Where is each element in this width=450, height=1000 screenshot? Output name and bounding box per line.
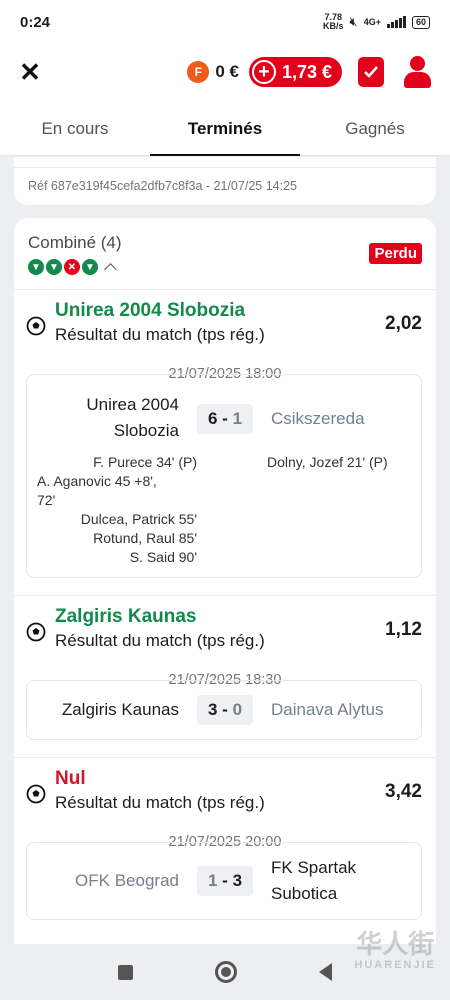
selection-pick: Zalgiris Kaunas — [55, 606, 197, 627]
home-team: Unirea 2004 Slobozia — [37, 392, 179, 444]
scorer: 72' — [37, 492, 56, 508]
selection-row: Nul Résultat du match (tps rég.) 3,42 21… — [14, 758, 436, 946]
soccer-ball-icon — [26, 622, 46, 642]
home-score: 3 — [207, 700, 218, 719]
final-score: 6 - 1 — [197, 404, 253, 434]
mute-icon: 🔇︎ — [349, 14, 358, 29]
selection-market: Résultat du match (tps rég.) — [55, 325, 265, 344]
account-summary: F 0 € + 1,73 € — [187, 56, 432, 88]
final-score: 3 - 0 — [197, 695, 253, 725]
match-box: Unirea 2004 Slobozia 6 - 1 Csikszereda F… — [26, 374, 422, 578]
home-score: 6 — [207, 409, 218, 428]
checkmark-icon — [364, 66, 378, 78]
score-separator: - — [222, 700, 228, 719]
network-type: 4G+ — [363, 17, 381, 27]
home-scorers: F. Purece 34' (P) A. Aganovic 45 +8', 72… — [37, 453, 197, 567]
divider — [14, 167, 436, 168]
away-team: Dainava Alytus — [271, 700, 384, 719]
score-separator: - — [222, 409, 228, 428]
bet-type: Combiné (4) — [28, 233, 122, 252]
watermark: 华人街 HUARENJIE — [354, 932, 436, 972]
freebet-balance: 0 € — [215, 62, 239, 81]
back-button[interactable] — [319, 963, 332, 981]
selection-market: Résultat du match (tps rég.) — [55, 793, 265, 812]
score-separator: - — [222, 871, 228, 890]
away-team-line-1: FK Spartak — [271, 858, 357, 877]
match-box: Zalgiris Kaunas 3 - 0 Dainava Alytus — [26, 680, 422, 740]
status-badge: Perdu — [369, 243, 422, 264]
scorer: Dulcea, Patrick 55' — [80, 511, 197, 527]
final-score: 1 - 3 — [197, 866, 253, 896]
chevron-up-icon[interactable] — [104, 263, 117, 276]
signal-icon — [386, 16, 406, 28]
soccer-ball-icon — [26, 316, 46, 336]
watermark-chinese: 华人街 — [356, 930, 435, 960]
balance-amount: 1,73 € — [281, 61, 332, 82]
match-box: OFK Beograd 1 - 3 FK Spartak Subotica — [26, 842, 422, 920]
user-icon-body — [404, 72, 431, 88]
previous-bet-card: Réf 687e319f45cefa2dfb7c8f3a - 21/07/25 … — [14, 157, 436, 205]
user-icon-head — [410, 56, 425, 71]
account-button[interactable] — [402, 56, 432, 88]
tab-gagnes[interactable]: Gagnés — [300, 100, 450, 155]
my-bets-button[interactable] — [358, 57, 384, 87]
status-bar: 0:24 7.78 KB/s 🔇︎ 4G+ 60 — [0, 0, 450, 44]
clock: 0:24 — [20, 13, 51, 31]
deposit-button[interactable]: + 1,73 € — [248, 57, 342, 87]
home-dot — [221, 967, 231, 977]
home-team: Zalgiris Kaunas — [61, 700, 179, 719]
selection-odds: 1,12 — [385, 619, 422, 640]
top-bar: ✕ F 0 € + 1,73 € — [0, 44, 450, 100]
recents-button[interactable] — [118, 964, 133, 980]
close-button[interactable]: ✕ — [18, 59, 42, 85]
selection-row: Zalgiris Kaunas Résultat du match (tps r… — [14, 596, 436, 758]
trophy-icon: ▼ — [46, 259, 62, 275]
selection-row: Unirea 2004 Slobozia Résultat du match (… — [14, 290, 436, 596]
scorer: Rotund, Raul 85' — [93, 530, 197, 546]
away-team: FK Spartak Subotica — [271, 855, 356, 907]
bet-tabs: En cours Terminés Gagnés — [0, 100, 450, 156]
away-score: 3 — [232, 871, 243, 890]
freebet-icon: F — [187, 61, 210, 83]
scorer: Dolny, Jozef 21' (P) — [267, 454, 388, 470]
trophy-icon: ▼ — [28, 259, 44, 275]
home-button[interactable] — [215, 961, 237, 983]
tab-termines[interactable]: Terminés — [150, 100, 300, 156]
bet-reference: Réf 687e319f45cefa2dfb7c8f3a - 21/07/25 … — [28, 179, 297, 193]
status-icons: 7.78 KB/s 🔇︎ 4G+ 60 — [323, 13, 430, 31]
selection-odds: 3,42 — [385, 781, 422, 802]
scorer: A. Aganovic 45 +8', — [37, 473, 157, 489]
leg-results: ▼ ▼ ✕ ▼ — [28, 259, 117, 276]
selection-odds: 2,02 — [385, 313, 422, 334]
away-score: 1 — [232, 409, 243, 428]
bet-header[interactable]: Combiné (4) ▼ ▼ ✕ ▼ Perdu — [14, 218, 436, 290]
trophy-icon: ▼ — [82, 259, 98, 275]
selection-pick: Unirea 2004 Slobozia — [55, 300, 246, 321]
soccer-ball-icon — [26, 784, 46, 804]
scorer: S. Said 90' — [129, 549, 197, 565]
home-team-line-2: Slobozia — [113, 421, 179, 440]
home-team: OFK Beograd — [75, 871, 179, 890]
away-score: 0 — [232, 700, 243, 719]
away-scorers: Dolny, Jozef 21' (P) — [267, 453, 388, 472]
tab-en-cours[interactable]: En cours — [0, 100, 150, 155]
network-speed-unit: KB/s — [323, 21, 344, 31]
network-speed: 7.78 KB/s — [323, 13, 344, 31]
home-team-line-1: Unirea 2004 — [86, 395, 179, 414]
away-team-line-2: Subotica — [271, 884, 338, 903]
battery-icon: 60 — [411, 15, 430, 29]
scorer: F. Purece 34' (P) — [93, 454, 197, 470]
selection-market: Résultat du match (tps rég.) — [55, 631, 265, 650]
away-team: Csikszereda — [271, 409, 365, 428]
bet-card: Combiné (4) ▼ ▼ ✕ ▼ Perdu Unirea 2004 Sl… — [14, 218, 436, 978]
selection-pick: Nul — [55, 768, 86, 789]
cross-icon: ✕ — [64, 259, 80, 275]
plus-icon: + — [251, 60, 276, 84]
watermark-latin: HUARENJIE — [354, 959, 436, 971]
home-score: 1 — [207, 871, 218, 890]
